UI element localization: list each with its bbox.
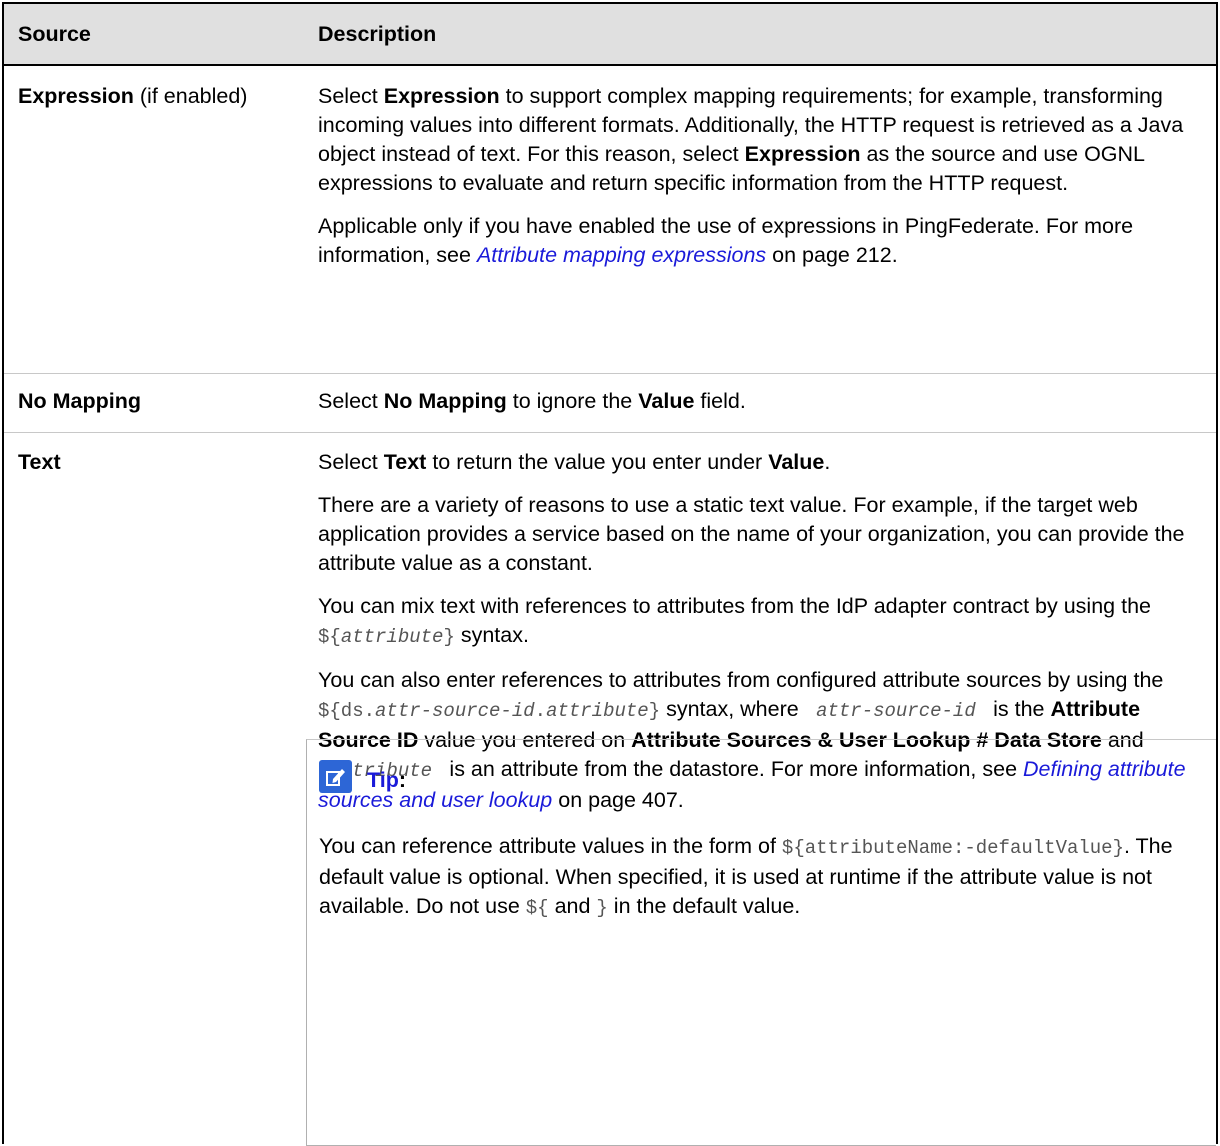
link-attribute-mapping-expressions[interactable]: Attribute mapping expressions — [477, 243, 766, 267]
description-cell-expression: Select Expression to support complex map… — [318, 82, 1208, 284]
header-source: Source — [18, 22, 91, 46]
description-paragraph: There are a variety of reasons to use a … — [318, 493, 1185, 575]
description-cell-no-mapping: Select No Mapping to ignore the Value fi… — [318, 387, 1208, 430]
code-snippet: ${attribute} — [318, 626, 455, 648]
attribute-source-table: Source Description Expression (if enable… — [2, 2, 1218, 1146]
code-snippet: } — [596, 897, 608, 919]
source-cell-no-mapping: No Mapping — [18, 389, 142, 413]
source-cell-expression: Expression (if enabled) — [18, 82, 247, 111]
code-snippet: ${ds.attr-source-id.attribute} — [318, 700, 661, 722]
description-paragraph: Applicable only if you have enabled the … — [318, 214, 1134, 267]
code-snippet: ${ — [525, 897, 549, 919]
description-paragraph: Select Expression to support complex map… — [318, 84, 1184, 195]
tip-text: You can reference attribute values in th… — [319, 834, 1173, 919]
description-paragraph: Select Text to return the value you ente… — [318, 450, 831, 474]
tip-label: Tip: — [367, 768, 407, 792]
pencil-note-icon — [319, 760, 352, 793]
code-snippet: ${attributeName:-defaultValue} — [781, 837, 1124, 859]
tip-callout: Tip: You can reference attribute values … — [306, 739, 1216, 1146]
code-snippet: attr-source-id — [816, 700, 976, 722]
source-cell-text: Text — [18, 450, 61, 474]
description-paragraph: You can mix text with references to attr… — [318, 594, 1151, 648]
source-qualifier: (if enabled) — [133, 84, 248, 108]
header-description: Description — [318, 22, 437, 46]
source-label: Expression — [18, 84, 134, 108]
table-header: Source Description — [4, 4, 1216, 66]
description-paragraph: Select No Mapping to ignore the Value fi… — [318, 389, 746, 413]
table-row-text: Text Select Text to return the value you… — [4, 432, 1216, 812]
table-row-no-mapping: No Mapping Select No Mapping to ignore t… — [4, 373, 1216, 413]
